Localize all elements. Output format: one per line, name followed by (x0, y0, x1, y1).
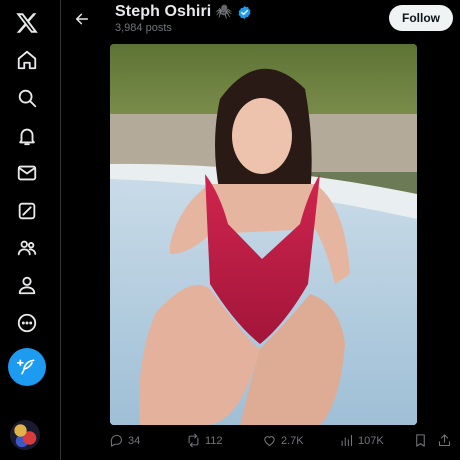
like-count: 2.7K (281, 434, 304, 447)
primary-navigation (0, 0, 56, 460)
communities-icon[interactable] (8, 229, 46, 267)
spider-emoji: 🕷️ (215, 4, 233, 20)
profile-header: Steph Oshiri 🕷️ 3,984 posts Follow (61, 0, 460, 40)
reply-button[interactable]: 34 (109, 433, 140, 448)
compose-post-button[interactable] (8, 348, 46, 386)
messages-envelope-icon[interactable] (8, 154, 46, 192)
grok-icon[interactable] (8, 192, 46, 230)
account-avatar[interactable] (10, 420, 40, 450)
like-button[interactable]: 2.7K (262, 433, 304, 448)
repost-count: 112 (205, 434, 223, 447)
verified-badge-icon (238, 5, 251, 19)
post-detail-column: Steph Oshiri 🕷️ 3,984 posts Follow 34 11… (60, 0, 460, 460)
profile-icon[interactable] (8, 266, 46, 304)
feather-plus-icon (17, 359, 35, 375)
views-button[interactable]: 107K (339, 433, 384, 448)
back-arrow-icon[interactable] (71, 8, 93, 30)
bookmark-button[interactable] (413, 433, 428, 448)
search-icon[interactable] (8, 79, 46, 117)
share-upload-icon (438, 434, 451, 447)
post-photo[interactable] (110, 44, 417, 425)
reply-count: 34 (128, 434, 141, 447)
profile-title: Steph Oshiri 🕷️ 3,984 posts (115, 3, 252, 34)
more-icon[interactable] (8, 304, 46, 342)
post-actions: 34 112 2.7K 107K (61, 430, 460, 456)
x-logo-icon[interactable] (8, 4, 46, 42)
view-count: 107K (358, 434, 384, 447)
repost-button[interactable]: 112 (186, 433, 223, 448)
reply-bubble-icon (110, 434, 123, 447)
photo-image (110, 44, 417, 425)
notifications-bell-icon[interactable] (8, 117, 46, 155)
heart-icon (264, 436, 275, 447)
profile-name: Steph Oshiri (115, 3, 212, 20)
share-button[interactable] (437, 433, 452, 448)
post-count: 3,984 posts (115, 22, 172, 34)
follow-button[interactable]: Follow (389, 5, 453, 31)
repost-icon (188, 433, 199, 448)
home-icon[interactable] (8, 41, 46, 79)
bookmark-icon (416, 434, 425, 447)
views-bar-chart-icon (341, 434, 353, 447)
